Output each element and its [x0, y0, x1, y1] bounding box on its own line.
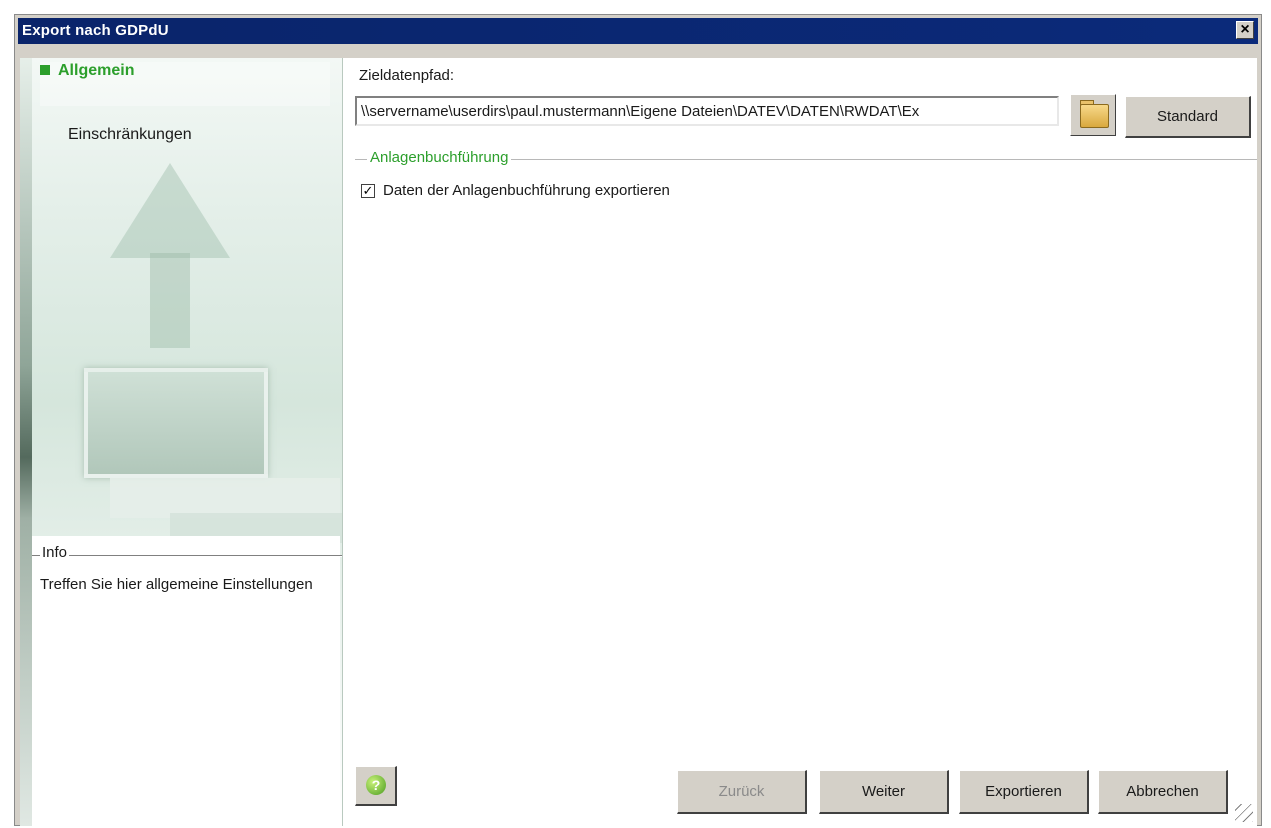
export-assets-checkbox[interactable]: ✓	[361, 184, 375, 198]
close-icon: ×	[1240, 21, 1250, 38]
info-text: Treffen Sie hier allgemeine Einstellunge…	[40, 576, 313, 593]
resize-grip-icon[interactable]	[1235, 804, 1253, 822]
sidebar-item-allgemein[interactable]: Allgemein	[40, 62, 330, 106]
help-button[interactable]: ?	[355, 766, 397, 806]
group-legend-anlagenbuchfuehrung: Anlagenbuchführung	[367, 149, 512, 166]
sidebar-item-label: Allgemein	[58, 62, 135, 79]
checkmark-icon: ✓	[362, 183, 374, 198]
export-assets-label[interactable]: Daten der Anlagenbuchführung exportieren	[383, 182, 670, 199]
target-path-input[interactable]	[355, 96, 1059, 126]
upload-arrow-graphic	[110, 163, 230, 258]
back-button[interactable]: Zurück	[677, 770, 807, 814]
sidebar-item-einschraenkungen[interactable]: Einschränkungen	[68, 126, 192, 144]
monitor-graphic	[84, 368, 268, 478]
sidebar: Allgemein Einschränkungen Info Treffen S…	[20, 58, 343, 826]
cancel-button[interactable]: Abbrechen	[1098, 770, 1228, 814]
info-legend: Info	[40, 544, 70, 561]
title-bar[interactable]: Export nach GDPdU ×	[18, 18, 1258, 44]
window-title: Export nach GDPdU	[22, 22, 169, 39]
info-group: Info Treffen Sie hier allgemeine Einstel…	[32, 536, 342, 826]
target-path-label: Zieldatenpfad:	[359, 67, 455, 84]
desk-graphic	[110, 478, 340, 518]
close-button[interactable]: ×	[1236, 21, 1254, 39]
sidebar-item-label: Einschränkungen	[68, 126, 192, 143]
next-button[interactable]: Weiter	[819, 770, 949, 814]
sidebar-decoration	[20, 58, 32, 826]
help-icon: ?	[366, 775, 386, 795]
info-divider	[32, 555, 342, 557]
browse-folder-button[interactable]	[1070, 94, 1116, 136]
active-bullet-icon	[40, 65, 50, 75]
main-panel: Zieldatenpfad: Standard Anlagenbuchführu…	[343, 58, 1257, 826]
standard-button[interactable]: Standard	[1125, 96, 1251, 138]
upload-arrow-shaft-graphic	[150, 253, 190, 348]
folder-icon	[1080, 104, 1109, 128]
export-button[interactable]: Exportieren	[959, 770, 1089, 814]
